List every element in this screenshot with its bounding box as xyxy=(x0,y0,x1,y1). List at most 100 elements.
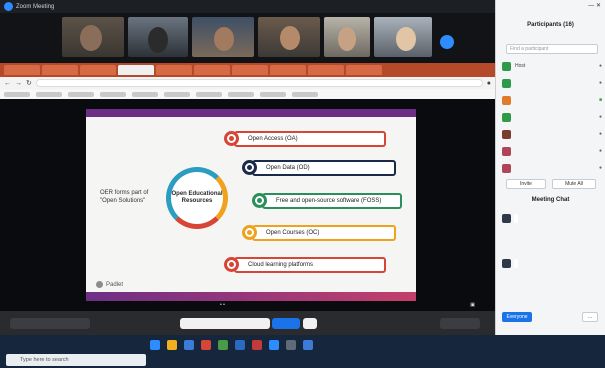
browser-tab[interactable] xyxy=(4,65,40,75)
slide-item-label: Open Access (OA) xyxy=(248,136,298,142)
slide-item-od: Open Data (OD) xyxy=(252,160,396,176)
browser-tab[interactable] xyxy=(346,65,382,75)
video-tile[interactable] xyxy=(324,17,370,57)
video-tile[interactable] xyxy=(374,17,432,57)
extensions-icon[interactable]: ● xyxy=(487,80,491,87)
slides-controls xyxy=(0,311,495,335)
padlet-logo-icon xyxy=(96,281,103,288)
mic-icon[interactable]: ● xyxy=(599,114,602,120)
bookmark[interactable] xyxy=(100,91,126,97)
browser-tab[interactable] xyxy=(232,65,268,75)
slide-bottom-bar xyxy=(86,292,416,301)
mic-icon[interactable]: ● xyxy=(599,63,602,69)
slide-item-oc: Open Courses (OC) xyxy=(252,225,396,241)
avatar xyxy=(502,78,511,88)
slide-nav[interactable]: • • xyxy=(220,302,225,308)
participant-search-input[interactable]: Find a participant xyxy=(506,44,598,54)
od-dot-icon xyxy=(242,160,257,175)
app-icon[interactable] xyxy=(201,340,211,350)
screen: Zoom Meeting ← → ↻ ● OER forms part of "… xyxy=(0,0,605,368)
invite-button[interactable]: Invite xyxy=(506,179,546,189)
app-icon[interactable] xyxy=(150,340,160,350)
browser-tab[interactable] xyxy=(270,65,306,75)
taskbar-search-input[interactable]: Type here to search xyxy=(6,354,146,366)
windows-taskbar: Type here to search xyxy=(0,335,605,368)
mic-icon[interactable]: ● xyxy=(599,148,602,154)
participant-row[interactable]: ● xyxy=(502,145,602,157)
participant-row[interactable]: ● xyxy=(502,128,602,140)
browser-tab[interactable] xyxy=(194,65,230,75)
bookmarks-bar xyxy=(0,89,495,99)
bookmark[interactable] xyxy=(164,91,190,97)
slide-top-bar xyxy=(86,109,416,117)
video-tile[interactable] xyxy=(62,17,124,57)
mic-icon[interactable]: ● xyxy=(599,165,602,171)
slide: OER forms part of "Open Solutions" Open … xyxy=(86,109,416,301)
video-tile[interactable] xyxy=(128,17,188,57)
back-icon[interactable]: ← xyxy=(4,80,11,87)
avatar xyxy=(502,214,511,223)
avatar xyxy=(502,129,511,139)
fullscreen-icon[interactable]: ▣ xyxy=(470,302,475,308)
video-tile[interactable] xyxy=(258,17,320,57)
avatar xyxy=(502,146,511,156)
speaker-notes-field[interactable] xyxy=(180,318,270,329)
app-icon[interactable] xyxy=(235,340,245,350)
browser-tab[interactable] xyxy=(308,65,344,75)
present-button[interactable] xyxy=(272,318,300,329)
app-icon[interactable] xyxy=(184,340,194,350)
foss-dot-icon xyxy=(252,193,267,208)
bookmark[interactable] xyxy=(36,91,62,97)
panel-title: Participants (16) xyxy=(527,22,574,28)
slide-item-label: Cloud learning platforms xyxy=(248,262,314,268)
reload-icon[interactable]: ↻ xyxy=(26,79,32,87)
forward-icon[interactable]: → xyxy=(15,80,22,87)
bookmark[interactable] xyxy=(4,91,30,97)
participant-row[interactable]: ■ xyxy=(502,94,602,106)
bookmark[interactable] xyxy=(68,91,94,97)
browser-tab[interactable] xyxy=(156,65,192,75)
chat-file-button[interactable]: … xyxy=(582,312,598,322)
browser-tab-bar xyxy=(0,63,495,77)
presentation-stage: OER forms part of "Open Solutions" Open … xyxy=(0,99,495,311)
participant-row[interactable]: ● xyxy=(502,77,602,89)
chat-message xyxy=(502,212,600,223)
zoom-titlebar: Zoom Meeting xyxy=(0,0,495,13)
app-icon[interactable] xyxy=(252,340,262,350)
mic-icon[interactable]: ● xyxy=(599,131,602,137)
bookmark[interactable] xyxy=(228,91,254,97)
video-strip-next-icon[interactable] xyxy=(440,35,454,49)
browser-tab[interactable] xyxy=(42,65,78,75)
slides-settings-icon[interactable] xyxy=(440,318,480,329)
bookmark[interactable] xyxy=(132,91,158,97)
url-input[interactable] xyxy=(35,79,483,87)
slide-item-label: Open Courses (OC) xyxy=(266,230,320,236)
chat-message xyxy=(502,257,600,268)
window-controls[interactable]: — ✕ xyxy=(588,2,601,9)
slide-footer-label: Padlet xyxy=(106,281,124,288)
chat-recipient-button[interactable]: Everyone xyxy=(502,312,532,322)
app-icon[interactable] xyxy=(218,340,228,350)
app-icon[interactable] xyxy=(269,340,279,350)
participant-row[interactable]: ● xyxy=(502,111,602,123)
bookmark[interactable] xyxy=(196,91,222,97)
slides-menu-button[interactable] xyxy=(10,318,90,329)
window-title: Zoom Meeting xyxy=(16,3,55,10)
mic-icon[interactable]: ● xyxy=(599,80,602,86)
video-tile[interactable] xyxy=(192,17,254,57)
avatar xyxy=(502,95,511,105)
slides-options-button[interactable] xyxy=(303,318,317,329)
app-icon[interactable] xyxy=(286,340,296,350)
participant-row[interactable]: ● xyxy=(502,162,602,174)
app-icon[interactable] xyxy=(167,340,177,350)
browser-tab[interactable] xyxy=(80,65,116,75)
bookmark[interactable] xyxy=(292,91,318,97)
avatar xyxy=(502,259,511,268)
mute-all-button[interactable]: Mute All xyxy=(552,179,596,189)
zoom-logo-icon xyxy=(4,2,13,11)
browser-tab-active[interactable] xyxy=(118,65,154,75)
app-icon[interactable] xyxy=(303,340,313,350)
bookmark[interactable] xyxy=(260,91,286,97)
participant-row[interactable]: Host ● xyxy=(502,60,602,72)
video-icon[interactable]: ■ xyxy=(599,97,602,103)
